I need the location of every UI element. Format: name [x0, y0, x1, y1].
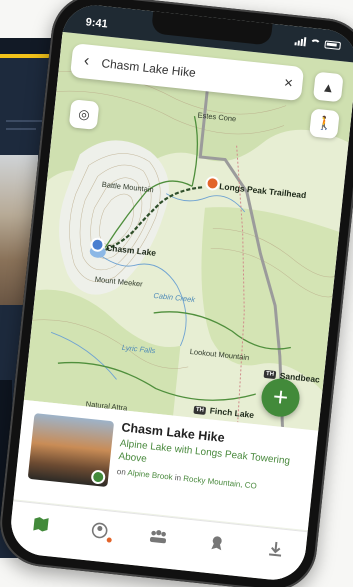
downloads-tab[interactable] [263, 538, 289, 560]
map-terrain [23, 31, 353, 431]
badges-tab[interactable] [204, 532, 230, 554]
phone-mockup: 9:41 Estes Cone Longs Peak Trailhead Bat… [0, 0, 353, 587]
location-mid: in [174, 473, 182, 483]
map-layers-button[interactable]: ▲ [312, 71, 344, 103]
community-tab[interactable] [145, 525, 171, 547]
trailhead-sign-icon: TH [263, 369, 277, 380]
activity-filter-button[interactable]: 🚶 [309, 108, 340, 140]
map-icon [32, 517, 49, 532]
phone-screen: 9:41 Estes Cone Longs Peak Trailhead Bat… [7, 2, 353, 583]
background-text-line [6, 120, 46, 122]
trailhead-sign-icon: TH [193, 405, 207, 415]
background-text-line [6, 128, 36, 130]
map-tab[interactable] [28, 513, 54, 535]
stage: 9:41 Estes Cone Longs Peak Trailhead Bat… [0, 0, 353, 587]
crosshair-icon: ◎ [77, 106, 91, 123]
profile-tab[interactable] [86, 519, 113, 544]
back-arrow-icon[interactable]: ‹ [71, 51, 103, 72]
hike-info: Chasm Lake Hike Alpine Lake with Longs P… [116, 420, 309, 497]
wifi-icon [309, 38, 322, 48]
location-prefix: on [116, 466, 127, 477]
mountain-icon: ▲ [321, 78, 336, 96]
badge-icon [211, 536, 222, 551]
trail-map[interactable]: Estes Cone Longs Peak Trailhead Battle M… [23, 31, 353, 431]
download-icon [269, 541, 282, 557]
community-icon [149, 530, 166, 544]
notification-dot [105, 536, 113, 544]
status-time: 9:41 [85, 16, 109, 31]
cellular-signal-icon [294, 36, 307, 47]
battery-icon [324, 39, 342, 50]
close-icon[interactable]: × [274, 73, 304, 93]
status-icons [294, 36, 342, 50]
hiker-icon: 🚶 [315, 114, 334, 132]
locate-me-button[interactable]: ◎ [68, 99, 100, 130]
location-trail-link[interactable]: Alpine Brook [127, 468, 173, 482]
